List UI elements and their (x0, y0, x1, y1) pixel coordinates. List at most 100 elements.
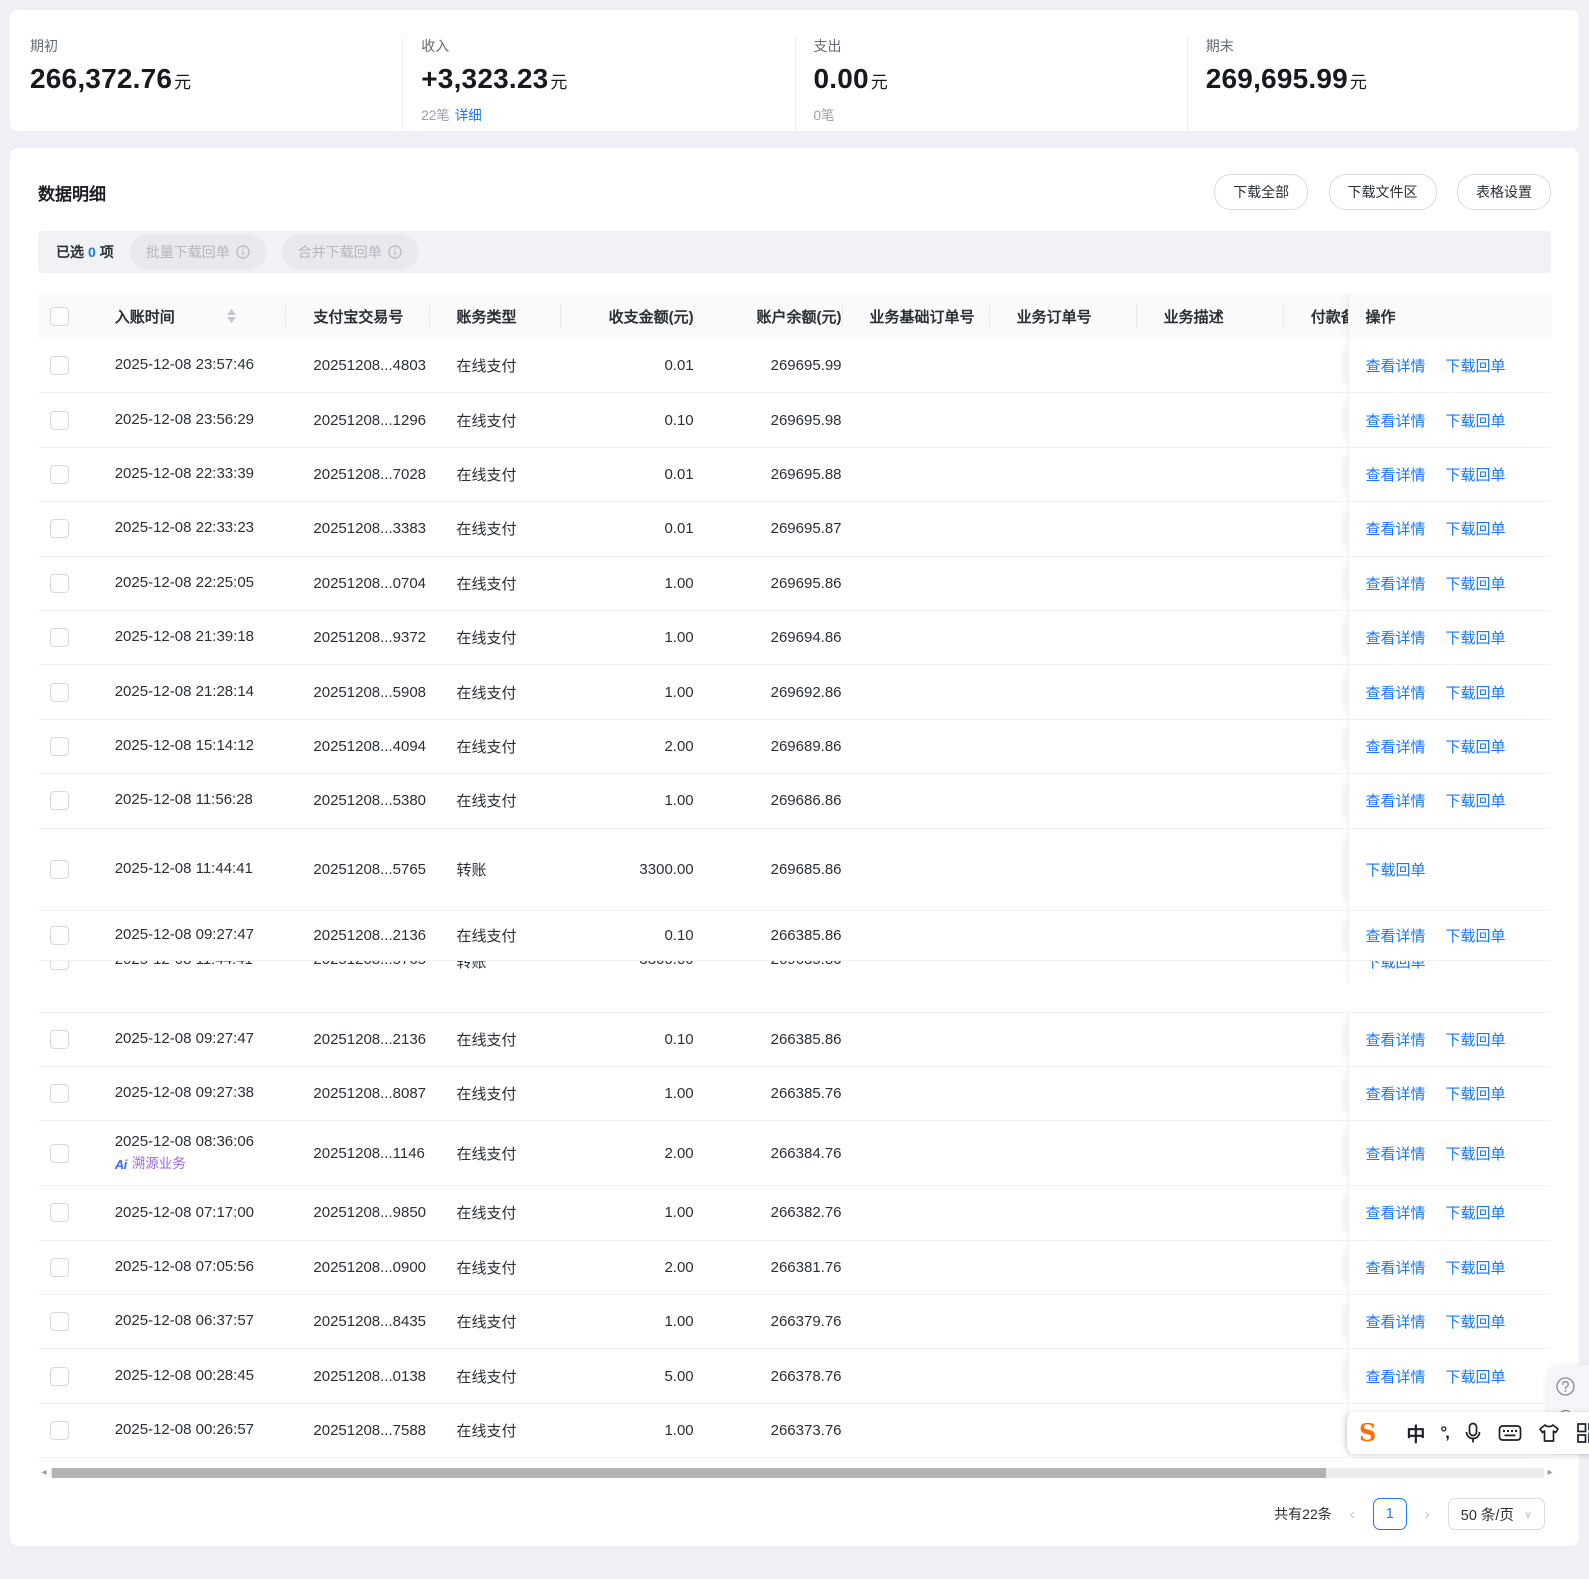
download-receipt-link[interactable]: 下载回单 (1365, 961, 1425, 971)
sogou-logo-icon[interactable]: S (1359, 1421, 1376, 1445)
scrollbar-track[interactable] (50, 1468, 1544, 1479)
download-receipt-link[interactable]: 下载回单 (1445, 1032, 1505, 1049)
amount: 0.10 (664, 926, 694, 944)
view-details-link[interactable]: 查看详情 (1365, 793, 1425, 810)
view-details-link[interactable]: 查看详情 (1365, 358, 1425, 375)
scroll-right-icon[interactable]: ▸ (1544, 1467, 1556, 1479)
merge-download-button[interactable]: 合并下载回单 (281, 235, 418, 269)
view-details-link[interactable]: 查看详情 (1365, 413, 1425, 430)
row-checkbox[interactable] (50, 960, 69, 970)
download-receipt-link[interactable]: 下载回单 (1445, 630, 1505, 647)
view-details-link[interactable]: 查看详情 (1365, 1205, 1425, 1222)
row-checkbox[interactable] (50, 573, 69, 593)
download-receipt-link[interactable]: 下载回单 (1445, 521, 1505, 538)
view-details-link[interactable]: 查看详情 (1365, 1260, 1425, 1277)
stat-value: +3,323.23 元 (421, 63, 568, 94)
balance: 269695.87 (770, 520, 842, 538)
amount: 2.00 (664, 1258, 694, 1276)
download-receipt-link[interactable]: 下载回单 (1445, 1260, 1505, 1277)
row-checkbox[interactable] (50, 356, 69, 376)
question-icon[interactable] (1556, 1377, 1575, 1396)
page-size-select[interactable]: 50 条/页 ∨ (1447, 1498, 1545, 1531)
view-details-link[interactable]: 查看详情 (1365, 467, 1425, 484)
download-receipt-link[interactable]: 下载回单 (1445, 467, 1505, 484)
toolbox-grid-icon[interactable] (1576, 1422, 1589, 1444)
sort-icon[interactable] (226, 309, 236, 323)
keyboard-icon[interactable] (1498, 1423, 1522, 1443)
row-checkbox[interactable] (50, 1421, 69, 1441)
microphone-icon[interactable] (1463, 1422, 1483, 1444)
row-checkbox[interactable] (50, 410, 69, 430)
row-checkbox[interactable] (50, 1029, 69, 1049)
download-receipt-link[interactable]: 下载回单 (1445, 358, 1505, 375)
download-receipt-link[interactable]: 下载回单 (1445, 1369, 1505, 1386)
row-checkbox[interactable] (50, 682, 69, 702)
row-checkbox[interactable] (50, 1203, 69, 1223)
download-receipt-link[interactable]: 下载回单 (1445, 413, 1505, 430)
view-details-link[interactable]: 查看详情 (1365, 630, 1425, 647)
skin-shirt-icon[interactable] (1537, 1423, 1561, 1443)
income-detail-link[interactable]: 详细 (455, 108, 482, 123)
view-details-link[interactable]: 查看详情 (1365, 1146, 1425, 1163)
select-all-checkbox[interactable] (50, 306, 69, 326)
download-receipt-link[interactable]: 下载回单 (1445, 685, 1505, 702)
header-time[interactable]: 入账时间 (87, 293, 286, 339)
stat-label: 期初 (30, 38, 58, 54)
row-checkbox[interactable] (50, 791, 69, 811)
scrollbar-thumb[interactable] (52, 1468, 1327, 1479)
download-receipt-link[interactable]: 下载回单 (1365, 862, 1425, 879)
row-checkbox[interactable] (50, 1257, 69, 1277)
table-settings-button[interactable]: 表格设置 (1457, 174, 1551, 210)
next-page-icon[interactable]: › (1421, 1506, 1434, 1523)
row-checkbox[interactable] (50, 628, 69, 648)
download-zone-button[interactable]: 下载文件区 (1328, 174, 1437, 210)
batch-download-button[interactable]: 批量下载回单 (129, 235, 266, 269)
txn-number: 20251208...8435 (313, 1313, 427, 1331)
view-details-link[interactable]: 查看详情 (1365, 1369, 1425, 1386)
download-all-button[interactable]: 下载全部 (1214, 174, 1309, 210)
entry-time: 2025-12-08 00:26:57 (114, 1421, 255, 1439)
view-details-link[interactable]: 查看详情 (1365, 739, 1425, 756)
stat-closing-balance: 期末 269,695.99 元 (1186, 36, 1579, 131)
view-details-link[interactable]: 查看详情 (1365, 1314, 1425, 1331)
download-receipt-link[interactable]: 下载回单 (1445, 1086, 1505, 1103)
amount: 0.10 (664, 411, 694, 429)
view-details-link[interactable]: 查看详情 (1365, 576, 1425, 593)
download-receipt-link[interactable]: 下载回单 (1445, 928, 1505, 945)
account-type: 在线支付 (456, 684, 517, 702)
view-details-link[interactable]: 查看详情 (1365, 1086, 1425, 1103)
download-receipt-link[interactable]: 下载回单 (1445, 576, 1505, 593)
table-row: 2025-12-08 22:33:23 20251208...3383 在线支付 0.… (38, 502, 1552, 557)
row-checkbox[interactable] (50, 1312, 69, 1332)
scroll-left-icon[interactable]: ◂ (38, 1467, 50, 1479)
row-checkbox[interactable] (50, 736, 69, 756)
entry-time: 2025-12-08 22:33:39 (114, 465, 255, 483)
download-receipt-link[interactable]: 下载回单 (1445, 793, 1505, 810)
table-row: 2025-12-08 09:27:47 20251208...2136 在线支付 0.… (38, 1012, 1552, 1067)
chinese-mode-icon[interactable]: 中 (1406, 1420, 1425, 1447)
view-details-link[interactable]: 查看详情 (1365, 928, 1425, 945)
page-number-button[interactable]: 1 (1372, 1498, 1407, 1531)
txn-number: 20251208...1296 (313, 411, 427, 429)
txn-number: 20251208...2136 (313, 1030, 427, 1048)
download-receipt-link[interactable]: 下载回单 (1445, 739, 1505, 756)
row-checkbox[interactable] (50, 1084, 69, 1104)
horizontal-scrollbar[interactable]: ◂ ▸ (12, 1467, 1556, 1479)
row-checkbox[interactable] (50, 859, 69, 879)
download-receipt-link[interactable]: 下载回单 (1445, 1205, 1505, 1222)
punctuation-icon[interactable]: °, (1440, 1423, 1449, 1443)
download-receipt-link[interactable]: 下载回单 (1445, 1146, 1505, 1163)
view-details-link[interactable]: 查看详情 (1365, 521, 1425, 538)
entry-time: 2025-12-08 23:57:46 (114, 356, 255, 374)
prev-page-icon[interactable]: ‹ (1346, 1506, 1359, 1523)
row-checkbox[interactable] (50, 519, 69, 539)
row-checkbox[interactable] (50, 464, 69, 484)
view-details-link[interactable]: 查看详情 (1365, 1032, 1425, 1049)
row-checkbox[interactable] (50, 1143, 69, 1163)
view-details-link[interactable]: 查看详情 (1365, 685, 1425, 702)
download-receipt-link[interactable]: 下载回单 (1445, 1314, 1505, 1331)
row-checkbox[interactable] (50, 925, 69, 945)
stat-sub: 22笔 详细 (421, 108, 482, 123)
amount: 3300.00 (639, 961, 693, 968)
row-checkbox[interactable] (50, 1366, 69, 1386)
